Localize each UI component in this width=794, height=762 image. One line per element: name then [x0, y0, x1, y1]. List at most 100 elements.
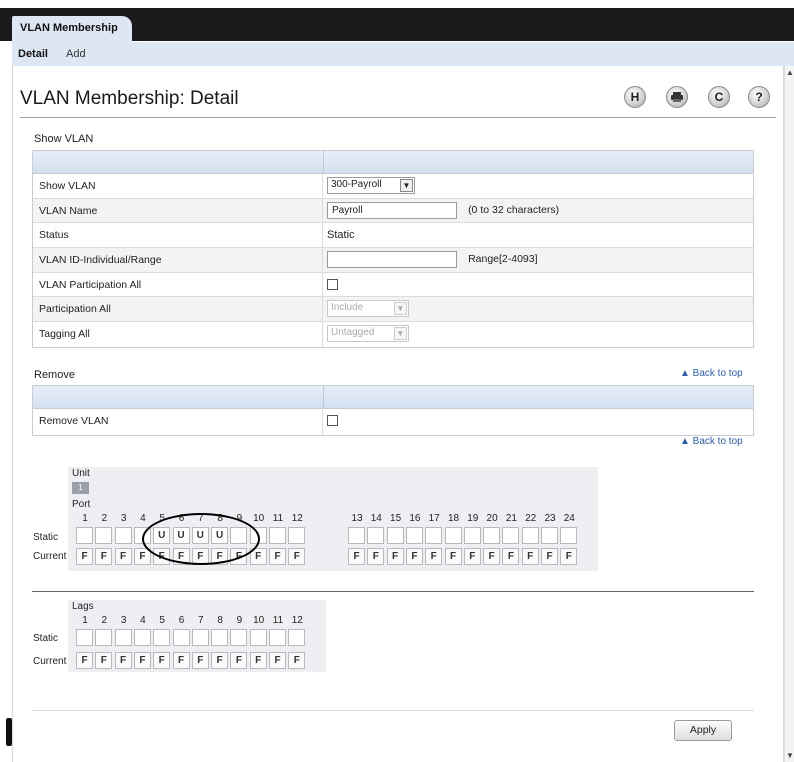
lag-number: 7: [198, 615, 204, 626]
port-current-cell: F: [386, 548, 404, 565]
port-static-cell[interactable]: [444, 527, 462, 544]
port-number: 2: [101, 513, 108, 524]
lag-static-cell[interactable]: [230, 629, 248, 646]
port-current-cell: F: [367, 548, 385, 565]
lag-static-cell[interactable]: [172, 629, 190, 646]
lag-number: 10: [253, 615, 265, 626]
port-number: 19: [467, 513, 479, 524]
current-label: Current: [33, 551, 67, 562]
lag-current-cell: F: [211, 652, 229, 669]
vlan-name-input[interactable]: Payroll: [327, 201, 457, 219]
unit-selector[interactable]: 1: [72, 482, 89, 494]
port-static-cell[interactable]: [269, 527, 286, 544]
port-static-cell[interactable]: [386, 527, 404, 544]
port-static-cell[interactable]: [367, 527, 385, 544]
port-static-cell[interactable]: [425, 527, 443, 544]
lag-current-cell: F: [230, 652, 248, 669]
lag-number: 12: [291, 615, 303, 626]
port-static-cell[interactable]: [483, 527, 501, 544]
lag-number: 3: [120, 615, 127, 626]
refresh-icon[interactable]: C: [708, 86, 730, 108]
lag-static-cell[interactable]: [95, 629, 113, 646]
vlan-participation-all-checkbox[interactable]: [327, 278, 338, 290]
vlan-id-range-input[interactable]: [327, 251, 457, 269]
port-static-cell[interactable]: [288, 527, 306, 544]
port-static-cell[interactable]: [76, 527, 93, 544]
vlan-id-range-hint: Range[2-4093]: [468, 253, 538, 266]
show-vlan-select-value: 300-Payroll: [331, 179, 382, 190]
save-icon[interactable]: H: [624, 86, 646, 108]
static-label: Static: [33, 532, 59, 543]
port-static-cell[interactable]: [405, 527, 423, 544]
back-to-top-link[interactable]: ▲ Back to top: [680, 368, 743, 379]
lag-current-cell: F: [288, 652, 306, 669]
lag-static-cell[interactable]: [133, 629, 151, 646]
label-vlan-participation-all: VLAN Participation All: [39, 278, 142, 291]
port-static-cell[interactable]: [502, 527, 520, 544]
apply-button[interactable]: Apply: [674, 720, 732, 741]
scroll-down-icon[interactable]: ▼: [786, 751, 794, 760]
scroll-up-icon[interactable]: ▲: [786, 68, 794, 77]
lags-current-label: Current: [33, 656, 67, 667]
lag-current-cell: F: [249, 652, 267, 669]
chevron-down-icon: ▼: [394, 327, 407, 341]
lag-current-cell: F: [172, 652, 190, 669]
lag-number: 5: [159, 615, 165, 626]
port-number: 15: [390, 513, 402, 524]
lag-static-cell[interactable]: [76, 629, 93, 646]
lag-static-cell[interactable]: [269, 629, 286, 646]
status-value: Static: [327, 229, 355, 242]
show-vlan-select[interactable]: 300-Payroll ▼: [327, 177, 415, 194]
port-number: 14: [370, 513, 382, 524]
port-static-cell[interactable]: [95, 527, 113, 544]
lag-static-cell[interactable]: [288, 629, 306, 646]
help-icon[interactable]: ?: [748, 86, 770, 108]
port-number: 24: [563, 513, 575, 524]
page-title: VLAN Membership: Detail: [20, 88, 239, 109]
lag-current-cell: F: [95, 652, 113, 669]
lag-static-cell[interactable]: [153, 629, 171, 646]
lags-label: Lags: [72, 601, 94, 612]
chevron-down-icon: ▼: [400, 179, 413, 192]
port-static-cell[interactable]: [521, 527, 539, 544]
port-static-cell[interactable]: [114, 527, 132, 544]
scrollbar[interactable]: ▲ ▼: [784, 66, 794, 762]
tab-vlan-membership[interactable]: VLAN Membership: [12, 16, 132, 42]
lags-static-label: Static: [33, 633, 59, 644]
lags-divider: [32, 591, 754, 592]
row-vlan-name: VLAN Name Payroll (0 to 32 characters): [33, 198, 753, 224]
lag-current-cell: F: [76, 652, 93, 669]
port-current-cell: F: [95, 548, 113, 565]
remove-vlan-checkbox[interactable]: [327, 415, 338, 426]
port-number: 18: [447, 513, 460, 524]
lag-static-cell[interactable]: [211, 629, 229, 646]
port-static-cell[interactable]: [560, 527, 578, 544]
lag-static-cell[interactable]: [114, 629, 132, 646]
port-current-cell: F: [560, 548, 578, 565]
remove-panel: Remove VLAN: [32, 385, 754, 436]
bottom-divider: [32, 710, 754, 711]
lag-current-cell: F: [269, 652, 286, 669]
tab-detail[interactable]: Detail: [18, 48, 48, 60]
tab-add[interactable]: Add: [66, 48, 86, 60]
port-current-cell: F: [541, 548, 558, 565]
lag-static-cell[interactable]: [249, 629, 267, 646]
back-to-top-link-2[interactable]: ▲ Back to top: [680, 436, 743, 447]
port-static-cell[interactable]: [348, 527, 365, 544]
chevron-down-icon: ▼: [394, 302, 407, 316]
label-participation-all: Participation All: [39, 303, 111, 316]
lag-current-cell: F: [133, 652, 151, 669]
lag-number: 4: [140, 615, 146, 626]
label-show-vlan: Show VLAN: [39, 180, 96, 192]
port-static-cell[interactable]: [463, 527, 481, 544]
lag-static-cell[interactable]: [191, 629, 209, 646]
port-label: Port: [72, 499, 91, 510]
section-show-vlan: Show VLAN: [34, 133, 94, 145]
label-tagging-all: Tagging All: [39, 328, 90, 341]
port-current-cell: F: [463, 548, 481, 565]
port-number: 13: [351, 513, 363, 524]
row-tagging-all: Tagging All Untagged ▼: [33, 322, 753, 347]
row-status: Status Static: [33, 223, 753, 249]
print-icon[interactable]: [666, 86, 688, 108]
port-static-cell[interactable]: [541, 527, 558, 544]
